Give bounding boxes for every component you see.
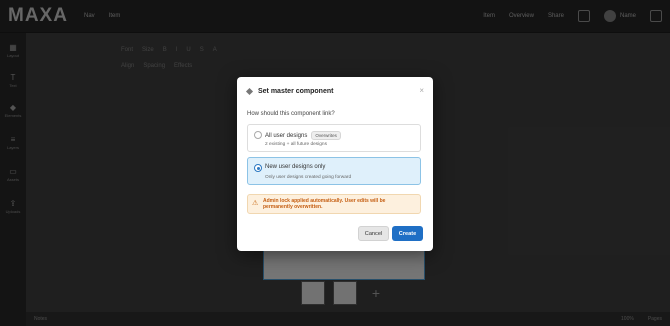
set-master-component-dialog: Set master component × How should this c…	[237, 77, 433, 251]
option-all-user-designs[interactable]: All user designs Overwrites 2 existing +…	[247, 124, 421, 152]
dialog-question: How should this component link?	[247, 111, 335, 117]
radio-new-user-designs[interactable]	[254, 164, 262, 172]
option-description: Only user designs created going forward	[265, 175, 352, 180]
warning-text: Admin lock applied automatically. User e…	[263, 198, 386, 210]
create-button[interactable]: Create	[392, 226, 423, 241]
dialog-header: Set master component ×	[245, 85, 424, 97]
cancel-button[interactable]: Cancel	[358, 226, 389, 241]
close-icon[interactable]: ×	[419, 87, 424, 95]
component-icon	[245, 87, 254, 95]
option-label: New user designs only	[265, 164, 326, 170]
radio-all-user-designs[interactable]	[254, 131, 262, 139]
warning-banner: ⚠ Admin lock applied automatically. User…	[247, 194, 421, 214]
option-new-user-designs[interactable]: New user designs only Only user designs …	[247, 157, 421, 185]
option-label: All user designs	[265, 132, 308, 139]
warning-icon: ⚠	[252, 200, 259, 207]
overwrites-badge: Overwrites	[311, 131, 341, 140]
option-description: 2 existing + all future designs	[265, 142, 327, 147]
dialog-title: Set master component	[258, 87, 334, 95]
